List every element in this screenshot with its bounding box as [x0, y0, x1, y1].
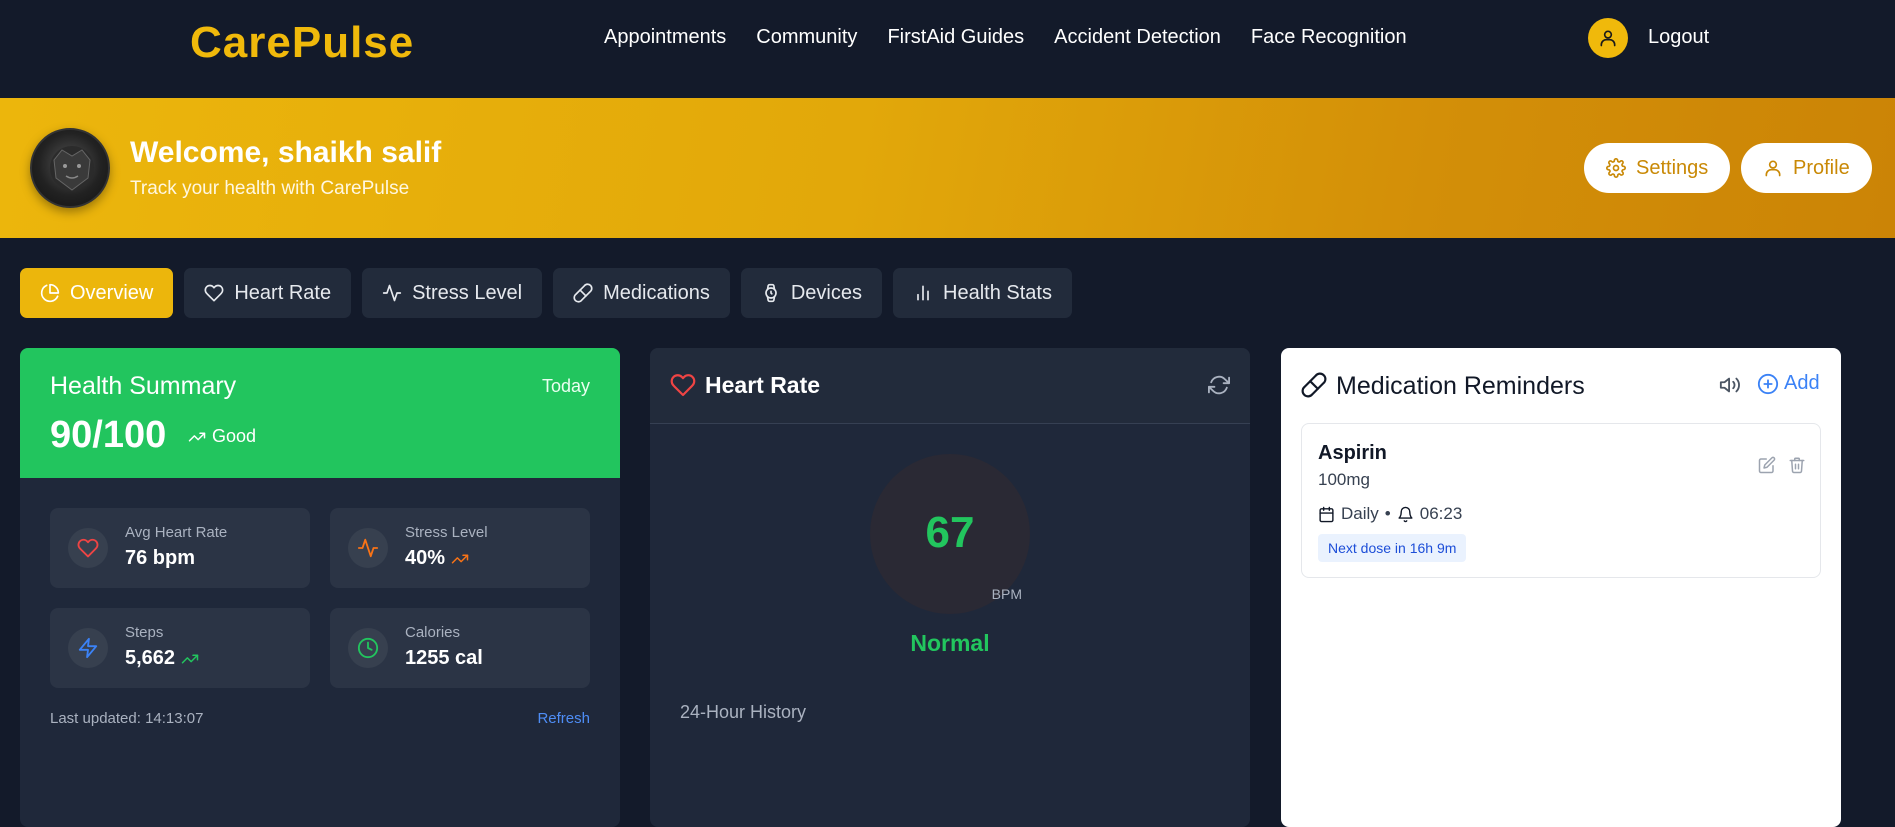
tab-overview[interactable]: Overview: [20, 268, 174, 318]
heart-icon: [670, 372, 696, 398]
nav-link-community[interactable]: Community: [756, 26, 857, 49]
medication-schedule: Daily • 06:23: [1318, 504, 1462, 524]
tab-label: Medications: [603, 281, 710, 304]
trending-up-icon: [188, 428, 206, 446]
heart-rate-header: Heart Rate: [650, 348, 1250, 424]
trash-icon[interactable]: [1788, 456, 1806, 474]
heart-rate-status: Normal: [910, 630, 990, 656]
welcome-banner: Welcome, shaikh salif Track your health …: [0, 98, 1895, 238]
activity-icon: [382, 283, 402, 303]
pill-icon: [573, 283, 593, 303]
settings-label: Settings: [1636, 156, 1709, 179]
next-dose-badge: Next dose in 16h 9m: [1318, 534, 1467, 562]
medication-dose: 100mg: [1318, 470, 1370, 489]
dashboard-tabs: Overview Heart Rate Stress Level Medicat…: [20, 268, 1072, 318]
separator-dot: •: [1384, 504, 1391, 523]
tab-stress-level[interactable]: Stress Level: [362, 268, 543, 318]
summary-header: Health Summary Today 90/100 Good: [20, 348, 620, 478]
tab-label: Health Stats: [943, 281, 1052, 304]
profile-button[interactable]: Profile: [1741, 143, 1872, 193]
bpm-value: 67: [925, 508, 975, 557]
history-title: 24-Hour History: [680, 702, 807, 722]
tab-label: Devices: [790, 281, 862, 304]
stat-calories: Calories 1255 cal: [330, 608, 590, 688]
summary-title: Health Summary: [50, 372, 237, 400]
stat-label: Avg Heart Rate: [125, 524, 228, 541]
bell-icon: [1397, 506, 1414, 523]
welcome-subtitle: Track your health with CarePulse: [130, 178, 410, 199]
nav-links: Appointments Community FirstAid Guides A…: [604, 26, 1407, 49]
clock-icon: [348, 628, 388, 668]
trending-up-icon: [181, 650, 199, 668]
medication-title: Medication Reminders: [1336, 372, 1585, 400]
health-summary-card: Health Summary Today 90/100 Good Avg Hea…: [20, 348, 620, 827]
heart-icon: [68, 528, 108, 568]
health-status: Good: [188, 426, 256, 447]
edit-icon[interactable]: [1758, 456, 1776, 474]
heart-icon: [204, 283, 224, 303]
activity-icon: [348, 528, 388, 568]
tab-devices[interactable]: Devices: [740, 268, 882, 318]
tab-label: Overview: [70, 281, 154, 304]
gear-icon: [1606, 158, 1626, 178]
medication-frequency: Daily: [1341, 504, 1379, 523]
tab-health-stats[interactable]: Health Stats: [893, 268, 1072, 318]
user-avatar[interactable]: [1588, 18, 1628, 58]
last-updated: Last updated: 14:13:07: [50, 710, 204, 727]
stat-steps: Steps 5,662: [50, 608, 310, 688]
trending-up-icon: [451, 550, 469, 568]
logout-button[interactable]: Logout: [1648, 26, 1709, 49]
health-status-label: Good: [212, 426, 257, 446]
medication-reminders-card: Medication Reminders Add Aspirin 100mg D…: [1281, 348, 1841, 827]
stat-value: 76 bpm: [125, 547, 196, 569]
add-label: Add: [1784, 372, 1820, 394]
bpm-gauge: 67 BPM: [870, 454, 1030, 614]
tab-heart-rate[interactable]: Heart Rate: [184, 268, 352, 318]
tab-label: Stress Level: [412, 281, 523, 304]
refresh-icon[interactable]: [1208, 374, 1230, 396]
tab-medications[interactable]: Medications: [553, 268, 730, 318]
nav-link-face-recognition[interactable]: Face Recognition: [1251, 26, 1407, 49]
pill-icon: [1301, 372, 1327, 398]
stat-stress-level: Stress Level 40%: [330, 508, 590, 588]
watch-icon: [761, 283, 781, 303]
zap-icon: [68, 628, 108, 668]
medication-name: Aspirin: [1318, 442, 1387, 464]
settings-button[interactable]: Settings: [1584, 143, 1731, 193]
calendar-icon: [1318, 506, 1335, 523]
nav-link-firstaid-guides[interactable]: FirstAid Guides: [887, 26, 1024, 49]
stat-label: Stress Level: [405, 524, 488, 541]
summary-period: Today: [541, 376, 590, 396]
pie-chart-icon: [40, 283, 60, 303]
bar-chart-icon: [913, 283, 933, 303]
navbar: CarePulse Appointments Community FirstAi…: [0, 0, 1895, 98]
welcome-title: Welcome, shaikh salif: [130, 136, 442, 169]
stat-value: 40%: [405, 547, 469, 570]
user-icon: [1763, 158, 1783, 178]
plus-circle-icon: [1757, 373, 1779, 395]
profile-label: Profile: [1793, 156, 1850, 179]
heart-rate-card: Heart Rate 67 BPM Normal 24-Hour History: [650, 348, 1250, 827]
refresh-button[interactable]: Refresh: [537, 710, 590, 727]
medication-time: 06:23: [1419, 504, 1463, 523]
add-medication-button[interactable]: Add: [1757, 372, 1820, 395]
user-icon: [1598, 28, 1618, 48]
bpm-unit: BPM: [991, 586, 1022, 602]
profile-avatar: [30, 128, 110, 208]
nav-link-accident-detection[interactable]: Accident Detection: [1054, 26, 1221, 49]
stat-label: Steps: [125, 624, 164, 641]
stat-label: Calories: [405, 624, 461, 641]
stat-value: 1255 cal: [405, 647, 483, 669]
heart-rate-title: Heart Rate: [705, 372, 821, 398]
stat-avg-heart-rate: Avg Heart Rate 76 bpm: [50, 508, 310, 588]
tab-label: Heart Rate: [234, 281, 332, 304]
volume-icon[interactable]: [1719, 374, 1741, 396]
nav-link-appointments[interactable]: Appointments: [604, 26, 726, 49]
health-score: 90/100: [50, 414, 167, 456]
medication-item: Aspirin 100mg Daily • 06:23 Next dose in…: [1301, 423, 1821, 578]
stat-value: 5,662: [125, 647, 199, 670]
brand-logo[interactable]: CarePulse: [190, 18, 414, 68]
